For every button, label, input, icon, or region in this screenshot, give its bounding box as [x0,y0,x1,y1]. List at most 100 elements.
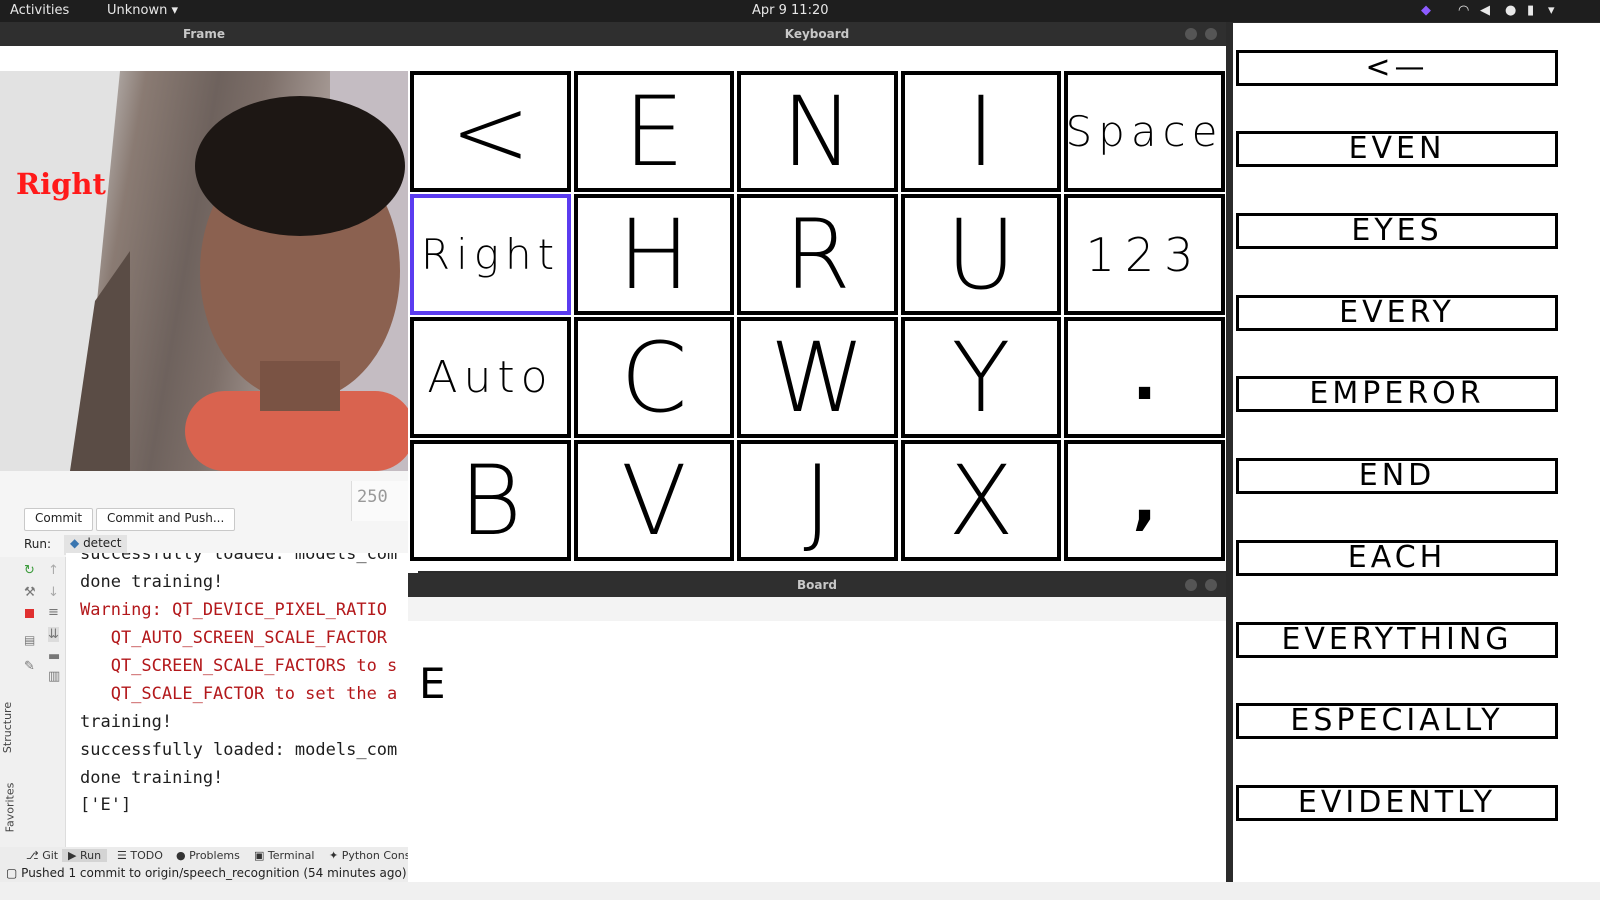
minimize-icon[interactable] [1185,579,1197,591]
suggestion-item[interactable]: EVIDENTLY [1236,785,1558,821]
commit-button[interactable]: Commit [24,508,94,531]
key-r[interactable]: R [737,194,898,315]
key-h[interactable]: H [574,194,734,315]
key-space[interactable]: Space [1064,71,1225,192]
activities-button[interactable]: Activities [10,3,69,18]
board-header-strip [408,597,1226,621]
minimize-icon[interactable] [1185,28,1197,40]
commit-and-push-button[interactable]: Commit and Push... [96,508,236,531]
volume-icon[interactable]: ◀ [1480,3,1490,18]
app-menu-label: Unknown [107,3,168,18]
board-window-title: Board [797,578,837,592]
run-label: Run: [24,537,52,551]
suggestion-item[interactable]: ESPECIALLY [1236,703,1558,739]
down-arrow-icon[interactable]: ↓ [48,585,59,600]
suggestion-item[interactable]: EYES [1236,213,1558,249]
clock[interactable]: Apr 9 11:20 [752,3,829,18]
keyboard-window-title: Keyboard [784,27,850,41]
key-label: I [966,75,996,188]
key-x[interactable]: X [901,440,1061,561]
key-y[interactable]: Y [901,317,1061,438]
microphone-icon[interactable]: ● [1505,3,1516,18]
side-tool-strip: Structure Favorites [0,691,18,846]
tool-tab-label: Problems [189,849,240,862]
suggestion-item[interactable]: END [1236,458,1558,494]
tool-tab-terminal[interactable]: ▣ Terminal [254,849,314,862]
suggestion-item[interactable]: EVEN [1236,131,1558,167]
key-label: V [621,444,687,557]
run-console[interactable]: successfully loaded: models_com done tra… [66,553,418,847]
keyboard-window-titlebar[interactable]: Keyboard [408,22,1226,46]
key-w[interactable]: W [737,317,898,438]
tool-tab-todo[interactable]: ☰ TODO [117,849,163,862]
board-window-titlebar[interactable]: Board [408,573,1226,597]
key-label: C [620,321,688,434]
suggestion-item[interactable]: EVERYTHING [1236,622,1558,658]
key-label: < [450,75,531,188]
key-label: J [803,444,832,557]
console-line: ['E'] [80,795,132,815]
run-icon: ▶ [68,849,77,862]
close-icon[interactable] [1205,28,1217,40]
key-back[interactable]: < [410,71,571,192]
wifi-icon[interactable]: ◠ [1458,3,1469,18]
tool-tab-problems[interactable]: ● Problems [176,849,240,862]
key-label: U [945,198,1017,311]
key-auto[interactable]: Auto [410,317,571,438]
board-canvas: E [408,597,1226,882]
app-menu[interactable]: Unknown ▾ [107,3,178,18]
console-line: done training! [80,572,224,592]
key-comma[interactable]: , [1064,440,1225,561]
suggestion-back[interactable]: <— [1236,50,1558,86]
wrap-icon[interactable]: ≡ [48,605,59,620]
run-config-tab[interactable]: ◆ detect [64,535,128,555]
favorites-tab[interactable]: Favorites [3,783,16,833]
console-line: done training! [80,768,224,788]
layout-icon[interactable]: ▤ [24,633,35,647]
battery-icon[interactable]: ▮ [1527,3,1534,18]
key-i[interactable]: I [901,71,1061,192]
frame-window-titlebar[interactable]: Frame [0,22,408,46]
key-u[interactable]: U [901,194,1061,315]
suggestion-item[interactable]: EACH [1236,540,1558,576]
pin-icon[interactable]: ✎ [24,659,35,674]
key-label: R [784,198,851,311]
git-icon: ⎇ [26,849,39,862]
suggestion-item[interactable]: EVERY [1236,295,1558,331]
chevron-down-icon: ▾ [171,3,179,18]
key-right[interactable]: Right [410,194,571,315]
print-icon[interactable]: ▬ [48,649,60,664]
up-arrow-icon[interactable]: ↑ [48,563,59,578]
key-n[interactable]: N [737,71,898,192]
suggestion-item[interactable]: EMPEROR [1236,376,1558,412]
key-j[interactable]: J [737,440,898,561]
status-message-text: Pushed 1 commit to origin/speech_recogni… [21,866,407,880]
tool-tab-python-console[interactable]: ✦ Python Conso [329,849,417,862]
stop-icon[interactable] [25,609,34,618]
key-123[interactable]: 123 [1064,194,1225,315]
key-period[interactable]: . [1064,317,1225,438]
tool-tab-git[interactable]: ⎇ Git [26,849,58,862]
app-indicator-icon[interactable]: ◆ [1421,3,1431,18]
key-label: X [948,444,1014,557]
typed-text: E [419,659,446,708]
wrench-icon[interactable]: ⚒ [24,585,36,600]
system-menu-icon[interactable]: ▾ [1548,3,1555,18]
key-c[interactable]: C [574,317,734,438]
scroll-end-icon[interactable]: ⇊ [48,627,59,642]
close-icon[interactable] [1205,579,1217,591]
key-e[interactable]: E [574,71,734,192]
trash-icon[interactable]: ▥ [48,669,60,684]
console-line: successfully loaded: models_com [80,740,398,760]
tool-tab-run[interactable]: ▶ Run [62,849,108,862]
status-icon: ▢ [6,866,18,880]
key-b[interactable]: B [410,440,571,561]
key-label: E [623,75,685,188]
gesture-overlay-text: Right [16,167,106,201]
key-v[interactable]: V [574,440,734,561]
rerun-icon[interactable]: ↻ [24,563,35,578]
console-line: training! [80,712,173,732]
structure-tab[interactable]: Structure [1,702,14,753]
console-line: successfully loaded: models_com [80,553,398,564]
key-label: Space [1065,107,1224,156]
